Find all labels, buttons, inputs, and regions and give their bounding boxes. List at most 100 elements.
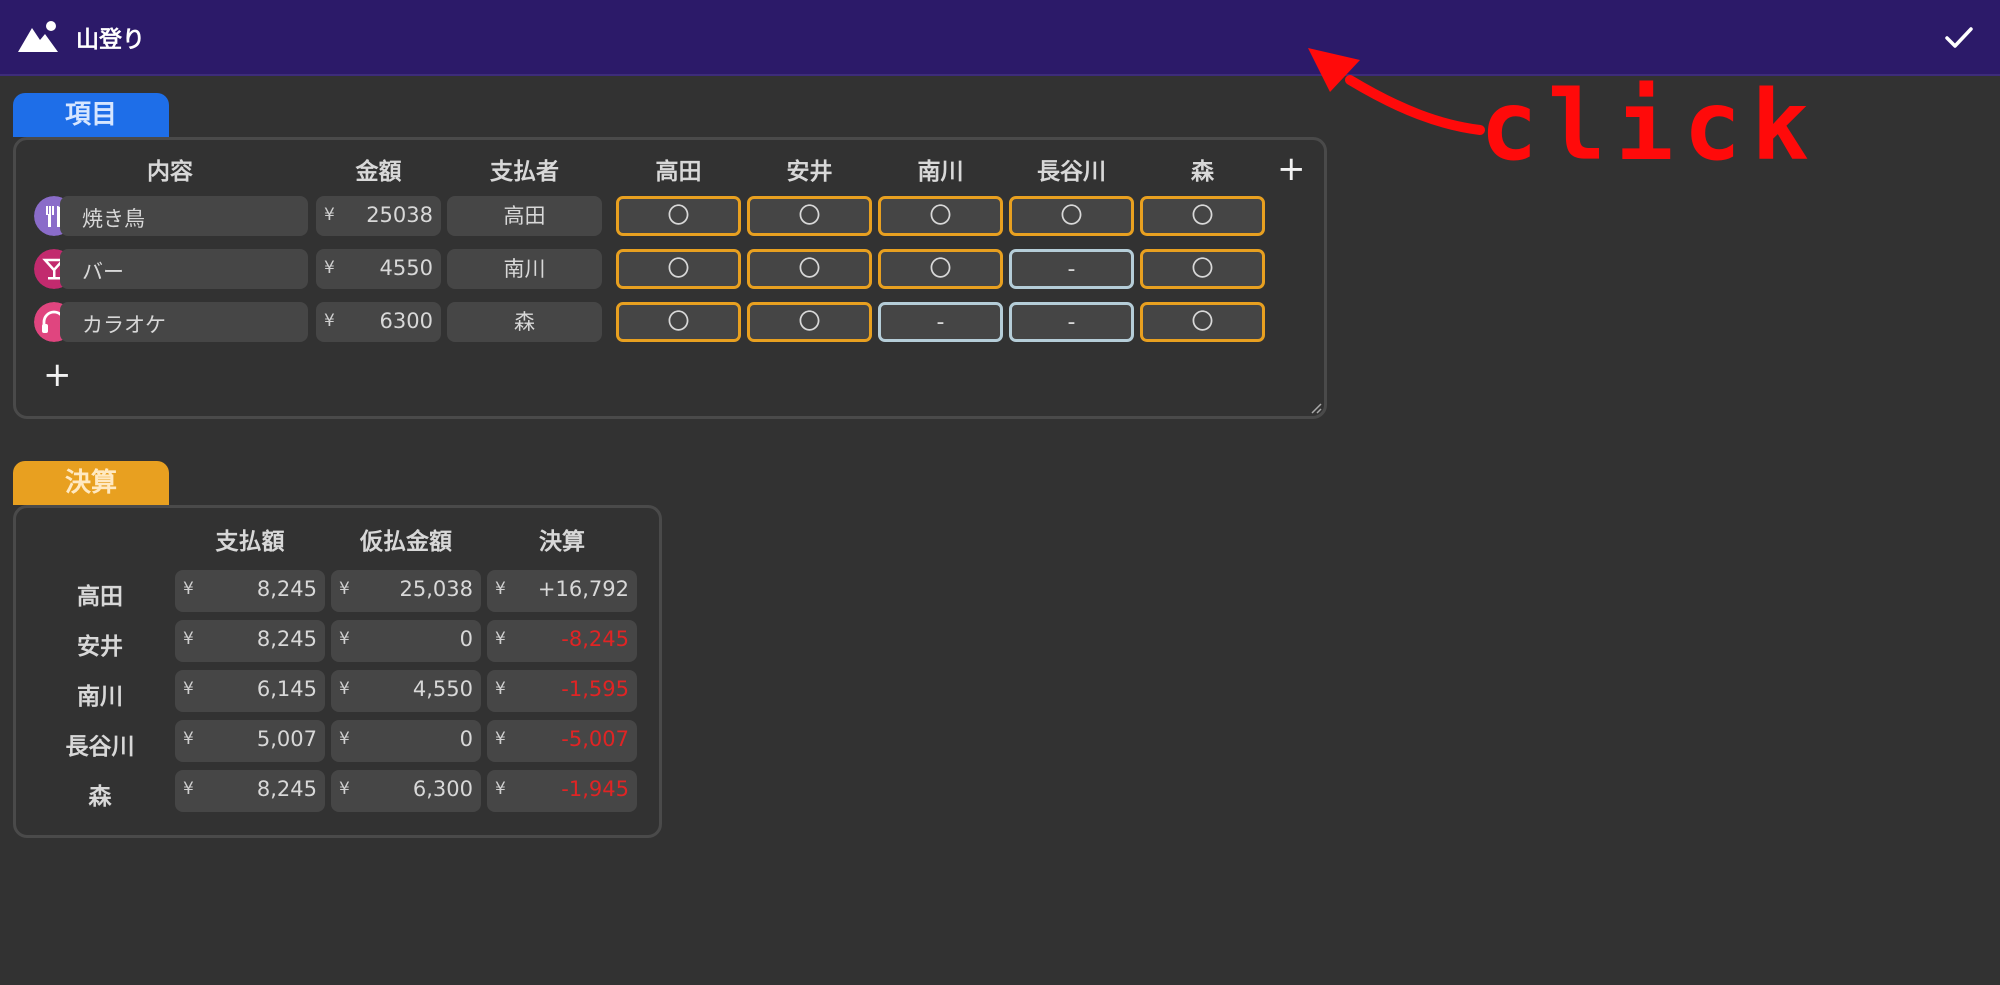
share-toggle[interactable]: 〇 <box>616 196 741 236</box>
tab-items: 項目 <box>13 93 169 137</box>
amount-value: 6300 <box>379 309 433 333</box>
balance-value: +16,792 <box>537 577 629 601</box>
pay-field: ¥8,245 <box>175 570 325 612</box>
share-toggle[interactable]: 〇 <box>1009 196 1134 236</box>
tab-settlement: 決算 <box>13 461 169 505</box>
advance-field: ¥4,550 <box>331 670 481 712</box>
amount-field[interactable]: ¥25038 <box>316 196 441 236</box>
currency-label: ¥ <box>183 729 194 749</box>
advance-value: 6,300 <box>412 777 473 801</box>
column-header-pay: 支払額 <box>215 529 285 555</box>
share-toggle[interactable]: - <box>1009 302 1134 342</box>
advance-value: 0 <box>459 627 473 651</box>
balance-field: ¥ -8,245 <box>487 620 637 662</box>
advance-value: 0 <box>459 727 473 751</box>
amount-field[interactable]: ¥4550 <box>316 249 441 289</box>
payer-select[interactable]: 森 <box>447 302 602 342</box>
column-header-member: 南川 <box>917 159 964 185</box>
pay-value: 8,245 <box>256 627 317 651</box>
amount-value: 4550 <box>379 256 433 280</box>
payer-value: 南川 <box>503 257 546 281</box>
balance-value: -5,007 <box>561 727 629 751</box>
resize-grip-icon[interactable] <box>1310 402 1322 414</box>
advance-field: ¥0 <box>331 620 481 662</box>
member-name: 南川 <box>77 684 123 710</box>
currency-label: ¥ <box>495 779 506 799</box>
currency-label: ¥ <box>183 679 194 699</box>
item-name: バー <box>82 260 124 284</box>
advance-value: 25,038 <box>399 577 473 601</box>
advance-value: 4,550 <box>412 677 473 701</box>
currency-label: ¥ <box>183 629 194 649</box>
share-toggle[interactable]: 〇 <box>616 249 741 289</box>
balance-value: -8,245 <box>561 627 629 651</box>
add-row-button[interactable]: + <box>43 358 72 392</box>
share-toggle[interactable]: 〇 <box>878 196 1003 236</box>
share-toggle[interactable]: 〇 <box>616 302 741 342</box>
pay-field: ¥8,245 <box>175 620 325 662</box>
currency-label: ¥ <box>339 779 350 799</box>
member-name: 高田 <box>77 584 123 610</box>
share-toggle[interactable]: 〇 <box>1140 302 1265 342</box>
pay-value: 6,145 <box>256 677 317 701</box>
item-name-field[interactable]: バー <box>60 249 308 289</box>
currency-label: ¥ <box>324 205 335 225</box>
item-name-field[interactable]: 焼き鳥 <box>60 196 308 236</box>
pay-value: 5,007 <box>256 727 317 751</box>
column-header-member: 高田 <box>655 159 702 185</box>
share-toggle[interactable]: 〇 <box>747 302 872 342</box>
share-toggle[interactable]: 〇 <box>1140 196 1265 236</box>
currency-label: ¥ <box>339 579 350 599</box>
member-name: 安井 <box>77 634 123 660</box>
column-header-amount: 金額 <box>355 159 402 185</box>
share-toggle[interactable]: 〇 <box>1140 249 1265 289</box>
member-name: 森 <box>88 784 112 810</box>
advance-field: ¥0 <box>331 720 481 762</box>
annotation-arrow <box>1308 48 1485 135</box>
check-icon[interactable] <box>1944 24 1974 52</box>
member-name: 長谷川 <box>65 734 135 760</box>
currency-label: ¥ <box>339 729 350 749</box>
pay-field: ¥8,245 <box>175 770 325 812</box>
payer-select[interactable]: 南川 <box>447 249 602 289</box>
pay-value: 8,245 <box>256 777 317 801</box>
currency-label: ¥ <box>495 729 506 749</box>
currency-label: ¥ <box>495 579 506 599</box>
column-header-member: 森 <box>1191 159 1214 185</box>
share-toggle[interactable]: 〇 <box>747 249 872 289</box>
share-toggle[interactable]: - <box>1009 249 1134 289</box>
amount-value: 25038 <box>366 203 433 227</box>
share-toggle[interactable]: 〇 <box>747 196 872 236</box>
balance-field: ¥ -1,595 <box>487 670 637 712</box>
payer-value: 森 <box>514 310 535 334</box>
column-header-member: 安井 <box>786 159 833 185</box>
payer-select[interactable]: 高田 <box>447 196 602 236</box>
amount-field[interactable]: ¥6300 <box>316 302 441 342</box>
add-column-button[interactable]: + <box>1277 152 1306 186</box>
item-name: カラオケ <box>82 313 166 337</box>
advance-field: ¥6,300 <box>331 770 481 812</box>
annotation-text: click <box>1480 70 1819 182</box>
balance-field: ¥ -5,007 <box>487 720 637 762</box>
pay-value: 8,245 <box>256 577 317 601</box>
column-header-balance: 決算 <box>539 529 585 555</box>
column-header-advance: 仮払金額 <box>360 529 452 555</box>
currency-label: ¥ <box>495 679 506 699</box>
balance-field: ¥ -1,945 <box>487 770 637 812</box>
pay-field: ¥6,145 <box>175 670 325 712</box>
column-header-content: 内容 <box>147 159 193 185</box>
share-toggle[interactable]: - <box>878 302 1003 342</box>
mountain-icon <box>18 21 58 52</box>
share-toggle[interactable]: 〇 <box>878 249 1003 289</box>
item-name-field[interactable]: カラオケ <box>60 302 308 342</box>
currency-label: ¥ <box>324 258 335 278</box>
item-name: 焼き鳥 <box>82 207 145 231</box>
currency-label: ¥ <box>183 779 194 799</box>
column-header-member: 長谷川 <box>1037 159 1106 185</box>
currency-label: ¥ <box>339 629 350 649</box>
advance-field: ¥25,038 <box>331 570 481 612</box>
balance-value: -1,595 <box>561 677 629 701</box>
pay-field: ¥5,007 <box>175 720 325 762</box>
payer-value: 高田 <box>503 204 546 228</box>
app-bar: 山登り <box>0 0 2000 76</box>
